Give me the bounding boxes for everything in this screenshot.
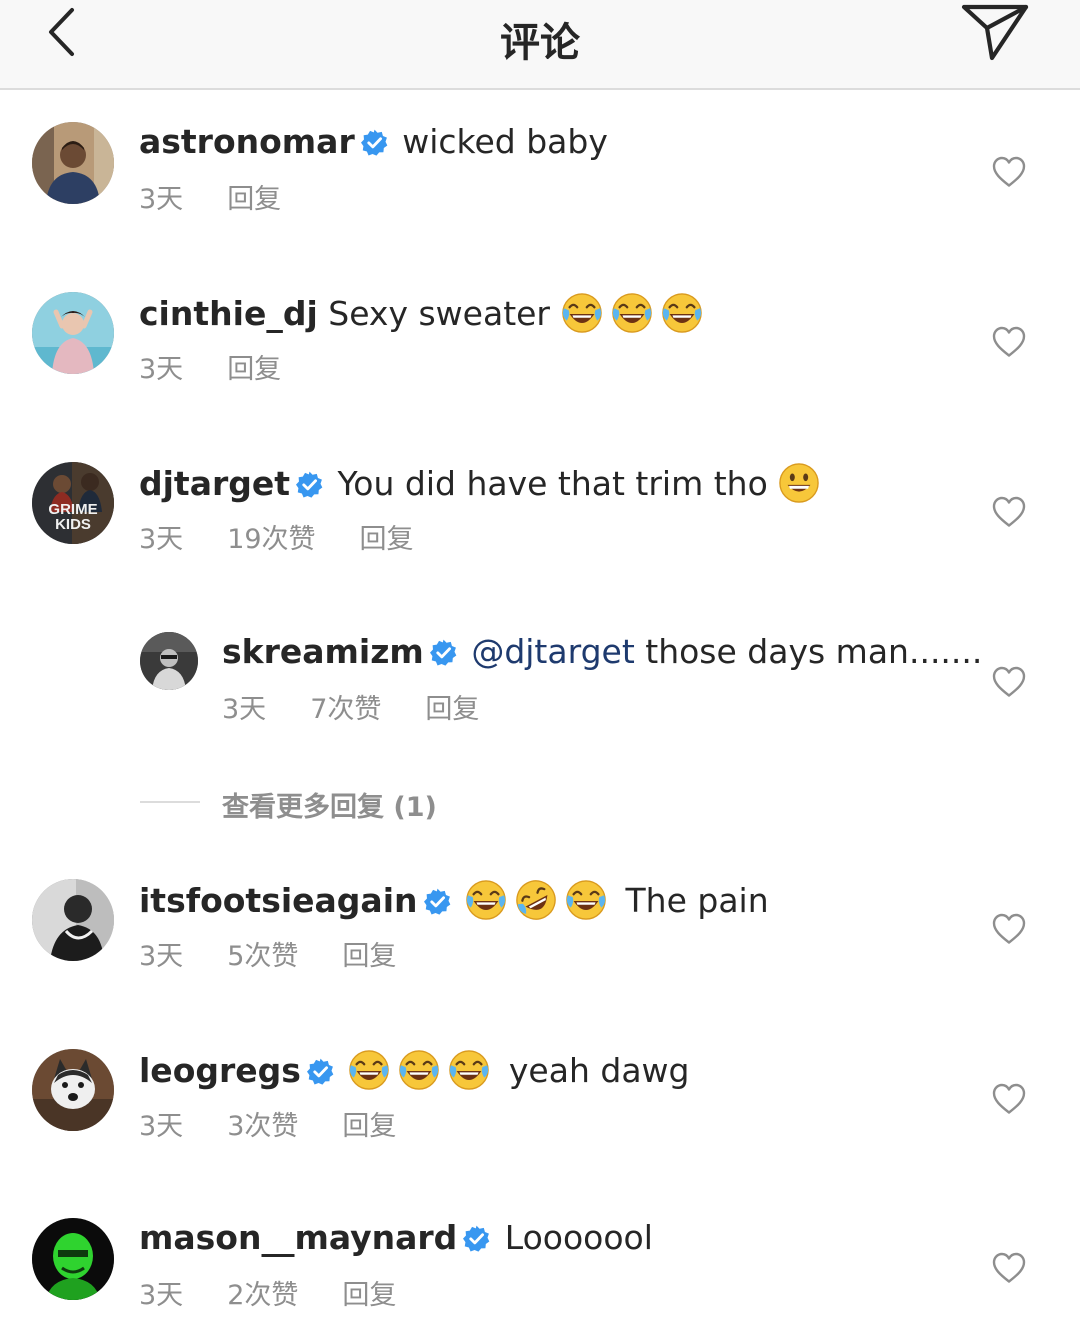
avatar[interactable] (32, 1049, 114, 1131)
likes-count-button[interactable]: 19次赞 (227, 524, 315, 555)
verified-badge-icon (307, 1058, 334, 1085)
heart-icon[interactable] (992, 1083, 1026, 1115)
heart-icon[interactable] (992, 1252, 1026, 1284)
heart-icon[interactable] (992, 326, 1026, 358)
avatar[interactable]: GRIME KIDS (32, 462, 114, 544)
face-with-tears-of-joy-icon (565, 879, 607, 921)
reply-button[interactable]: 回复 (360, 524, 414, 555)
comment-username[interactable]: cinthie_dj (139, 294, 318, 333)
reply-button[interactable]: 回复 (425, 694, 479, 725)
comment-text: yeah dawg (508, 1051, 690, 1090)
comment-username[interactable]: djtarget (139, 464, 290, 503)
comment-username[interactable]: astronomar (139, 122, 355, 161)
grinning-face-icon (778, 462, 820, 504)
reply-button[interactable]: 回复 (342, 1280, 396, 1311)
page-title: 评论 (500, 20, 580, 66)
view-more-replies-label: 查看更多回复 (1) (222, 792, 437, 823)
avatar[interactable] (140, 632, 198, 690)
comment-username[interactable]: skreamizm (222, 632, 424, 671)
comment-username[interactable]: mason__maynard (139, 1218, 457, 1257)
paper-plane-icon[interactable] (960, 0, 1030, 62)
verified-badge-icon (430, 639, 457, 666)
face-with-tears-of-joy-icon (448, 1049, 490, 1091)
verified-badge-icon (463, 1225, 490, 1252)
mention-link[interactable]: @djtarget (471, 632, 634, 671)
comment-timestamp: 3天 (222, 694, 267, 725)
comment-text: wicked baby (402, 122, 608, 161)
avatar[interactable] (32, 879, 114, 961)
face-with-tears-of-joy-icon (611, 292, 653, 334)
reply-button[interactable]: 回复 (227, 184, 281, 215)
likes-count-button[interactable]: 2次赞 (227, 1280, 298, 1311)
avatar-text: GRIME KIDS (48, 501, 98, 533)
likes-count-button[interactable]: 3次赞 (227, 1111, 298, 1142)
comment-text: Sexy sweater (328, 294, 551, 333)
heart-icon[interactable] (992, 913, 1026, 945)
avatar[interactable] (32, 122, 114, 204)
face-with-tears-of-joy-icon (465, 879, 507, 921)
comment-timestamp: 3天 (139, 354, 184, 385)
reply-button[interactable]: 回复 (342, 1111, 396, 1142)
heart-icon[interactable] (992, 666, 1026, 698)
comment-timestamp: 3天 (139, 524, 184, 555)
verified-badge-icon (296, 471, 323, 498)
likes-count-button[interactable]: 5次赞 (227, 941, 298, 972)
avatar[interactable] (32, 1218, 114, 1300)
reply-button[interactable]: 回复 (342, 941, 396, 972)
heart-icon[interactable] (992, 496, 1026, 528)
likes-count-button[interactable]: 7次赞 (310, 694, 381, 725)
comment-timestamp: 3天 (139, 1111, 184, 1142)
comment-text: Looooool (504, 1218, 653, 1257)
comment-username[interactable]: leogregs (139, 1051, 301, 1090)
verified-badge-icon (361, 129, 388, 156)
heart-icon[interactable] (992, 156, 1026, 188)
comment-timestamp: 3天 (139, 941, 184, 972)
divider (140, 801, 200, 803)
comment-username[interactable]: itsfootsieagain (139, 881, 418, 920)
face-with-tears-of-joy-icon (661, 292, 703, 334)
face-with-tears-of-joy-icon (398, 1049, 440, 1091)
comment-timestamp: 3天 (139, 1280, 184, 1311)
top-nav-bar: 评论 (0, 0, 1080, 90)
rolling-on-floor-laughing-icon (515, 879, 557, 921)
face-with-tears-of-joy-icon (348, 1049, 390, 1091)
comment-text: You did have that trim tho (337, 464, 768, 503)
verified-badge-icon (424, 888, 451, 915)
comment-timestamp: 3天 (139, 184, 184, 215)
comment-text: those days man....... (645, 632, 983, 671)
avatar[interactable] (32, 292, 114, 374)
face-with-tears-of-joy-icon (561, 292, 603, 334)
reply-button[interactable]: 回复 (227, 354, 281, 385)
comment-text: The pain (625, 881, 769, 920)
